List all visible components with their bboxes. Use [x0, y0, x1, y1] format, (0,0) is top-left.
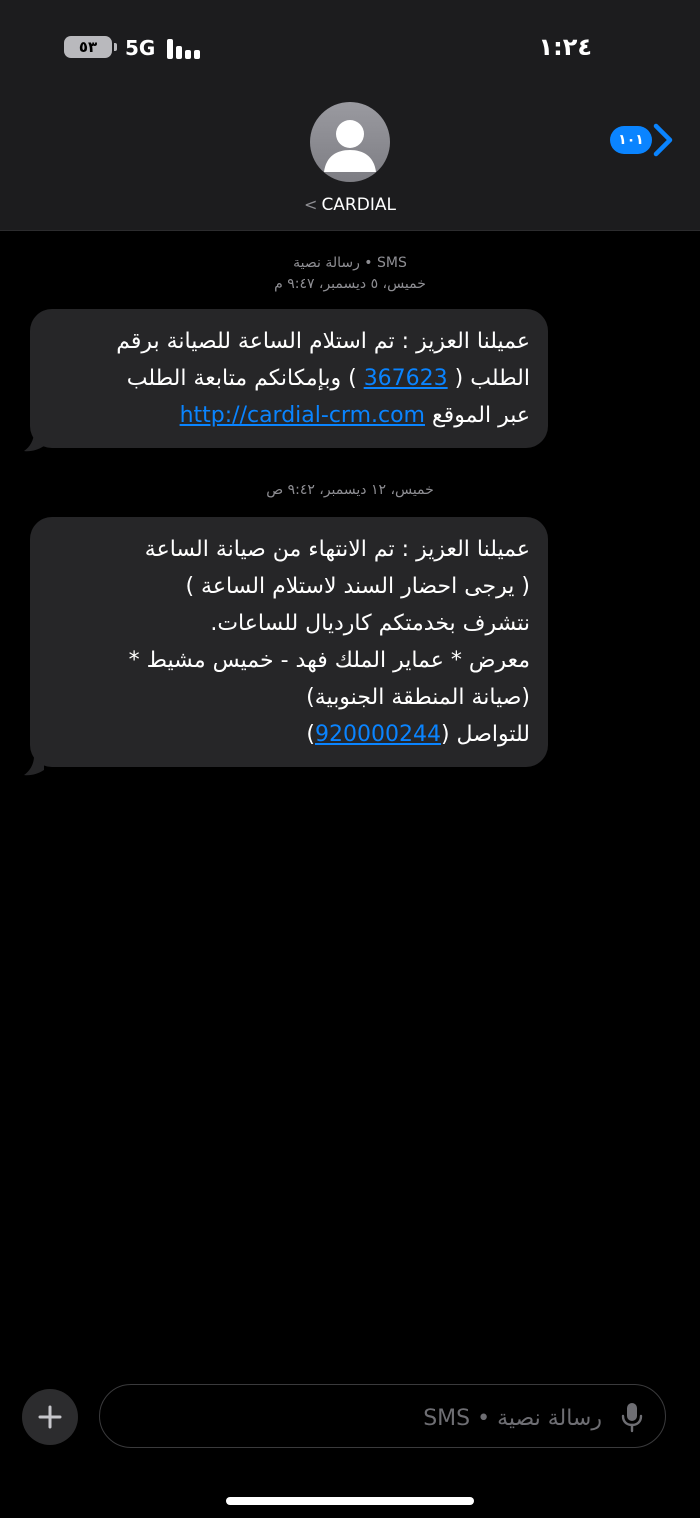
contact-name: CARDIAL: [321, 195, 396, 215]
svg-text:حراج: حراج: [678, 1472, 680, 1512]
chevron-left-icon: <: [304, 195, 318, 214]
message-bubble[interactable]: عميلنا العزيز : تم استلام الساعة للصيانة…: [30, 309, 548, 448]
message-timestamp: خميس، ١٢ ديسمبر، ٩:٤٢ ص: [266, 482, 434, 498]
message-line: للتواصل (920000244): [48, 716, 530, 753]
battery-icon: ٥٣: [64, 36, 112, 58]
plus-icon: [38, 1405, 62, 1429]
message-text: ): [306, 722, 315, 747]
message-line: ( يرجى احضار السند لاستلام الساعة ): [185, 574, 530, 599]
message-text: ) وبإمكانكم متابعة الطلب: [126, 366, 364, 391]
message-line: معرض * عماير الملك فهد - خميس مشيط *: [128, 648, 530, 673]
network-type: 5G: [125, 36, 156, 60]
message-composer: [99, 1384, 666, 1448]
message-line: نتشرف بخدمتكم كارديال للساعات.: [210, 611, 530, 636]
status-time: ١:٢٤: [538, 33, 592, 61]
battery-level: ٥٣: [78, 38, 98, 56]
message-text: عبر الموقع: [424, 403, 530, 428]
apps-plus-button[interactable]: [22, 1389, 78, 1445]
message-line: الطلب ( 367623 ) وبإمكانكم متابعة الطلب: [48, 360, 530, 397]
contact-name-button[interactable]: < CARDIAL: [0, 194, 700, 216]
chevron-right-icon: [653, 123, 673, 157]
haraj-watermark-logo: حراج: [677, 1471, 680, 1512]
message-text: الطلب (: [447, 366, 530, 391]
status-bar: ٥٣ 5G ١:٢٤: [0, 28, 700, 68]
message-line: عميلنا العزيز : تم استلام الساعة للصيانة…: [116, 329, 530, 354]
message-line: عبر الموقع http://cardial-crm.com: [48, 397, 530, 434]
message-line: (صيانة المنطقة الجنوبية): [306, 685, 530, 710]
message-line: عميلنا العزيز : تم الانتهاء من صيانة الس…: [144, 537, 530, 562]
person-silhouette-icon: [324, 120, 376, 172]
website-link[interactable]: http://cardial-crm.com: [180, 403, 425, 428]
back-button[interactable]: ١٠١: [610, 120, 680, 160]
conversation-header: ٥٣ 5G ١:٢٤ ١٠١ < CARDIAL: [0, 0, 700, 231]
battery-tip: [114, 43, 117, 51]
message-bubble[interactable]: عميلنا العزيز : تم الانتهاء من صيانة الس…: [30, 517, 548, 767]
message-input[interactable]: [120, 1397, 604, 1439]
message-service-label: رسالة نصية • SMS: [293, 255, 407, 271]
unread-count-badge: ١٠١: [610, 126, 652, 154]
message-timestamp: خميس، ٥ ديسمبر، ٩:٤٧ م: [274, 276, 426, 292]
order-number-link[interactable]: 367623: [364, 366, 448, 391]
contact-avatar[interactable]: [310, 102, 390, 182]
message-text: للتواصل (: [440, 722, 530, 747]
phone-number-link[interactable]: 920000244: [315, 722, 441, 747]
signal-bars-icon: [167, 37, 207, 59]
microphone-icon[interactable]: [620, 1401, 644, 1433]
home-indicator: [226, 1497, 474, 1505]
